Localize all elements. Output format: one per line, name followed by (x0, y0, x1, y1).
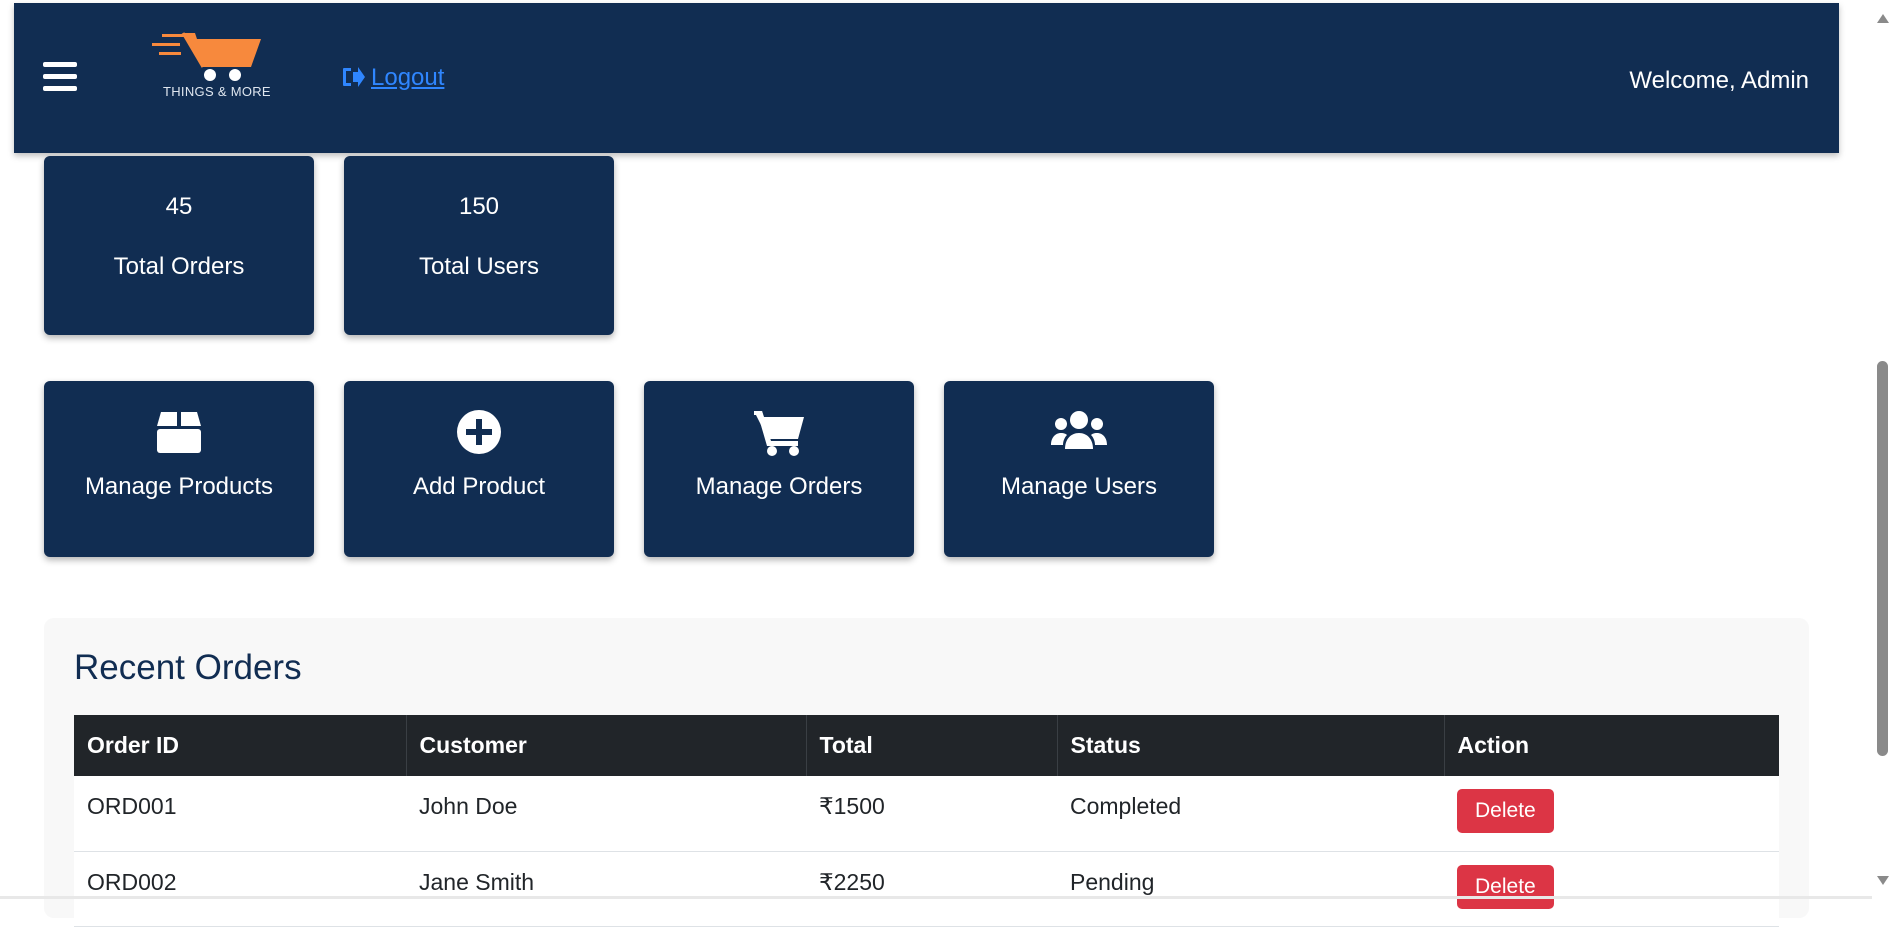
column-header: Status (1057, 715, 1445, 776)
action-label: Manage Orders (695, 473, 863, 500)
hamburger-menu-icon[interactable] (43, 62, 77, 94)
manage-orders-button[interactable]: Manage Orders (644, 381, 914, 557)
stat-card-total-orders: 45 Total Orders (44, 156, 314, 335)
action-label: Manage Products (84, 473, 274, 500)
sign-out-icon (343, 67, 365, 87)
action-label: Add Product (412, 473, 546, 500)
cart-logo-icon (152, 32, 261, 81)
table-header-row: Order ID Customer Total Status Action (74, 715, 1779, 776)
logout-link[interactable]: Logout (341, 64, 444, 92)
total-cell: ₹2250 (806, 851, 1057, 927)
column-header: Action (1444, 715, 1779, 776)
stat-card-total-users: 150 Total Users (344, 156, 614, 335)
customer-cell: John Doe (406, 776, 806, 852)
stat-value: 150 (458, 193, 500, 220)
logout-label[interactable]: Logout (371, 64, 444, 91)
manage-users-button[interactable]: Manage Users (944, 381, 1214, 557)
recent-orders-panel: Recent Orders Order ID Customer Total St… (44, 618, 1809, 927)
status-cell: Completed (1057, 776, 1444, 852)
status-cell: Pending (1057, 851, 1444, 927)
column-header: Total (806, 715, 1058, 776)
column-header: Customer (406, 715, 807, 776)
welcome-text: Welcome, Admin (1629, 67, 1809, 94)
table-row: ORD002 Jane Smith ₹2250 Pending Delete (74, 851, 1779, 927)
total-cell: ₹1500 (806, 776, 1057, 852)
scroll-thumb[interactable] (1877, 361, 1888, 756)
recent-orders-title: Recent Orders (74, 648, 302, 687)
users-icon (944, 409, 1214, 459)
action-cell: Delete (1444, 776, 1779, 852)
cart-icon (644, 409, 914, 459)
scroll-down-arrow-icon[interactable] (1877, 876, 1889, 885)
recent-orders-table: Order ID Customer Total Status Action OR… (74, 715, 1779, 927)
customer-cell: Jane Smith (406, 851, 806, 927)
manage-products-button[interactable]: Manage Products (44, 381, 314, 557)
table-row: ORD001 John Doe ₹1500 Completed Delete (74, 776, 1779, 852)
stat-value: 45 (165, 193, 193, 220)
stat-label: Total Users (418, 253, 540, 280)
logo[interactable]: THINGS & MORE (147, 29, 302, 109)
column-header: Order ID (74, 715, 407, 776)
add-product-button[interactable]: Add Product (344, 381, 614, 557)
plus-circle-icon (344, 409, 614, 459)
action-label: Manage Users (1000, 473, 1158, 500)
order-id-cell: ORD002 (74, 851, 406, 927)
stat-label: Total Orders (113, 253, 245, 280)
box-icon (44, 409, 314, 459)
logo-text: THINGS & MORE (163, 84, 271, 99)
top-navbar: THINGS & MORE Logout Welcome, Admin (14, 3, 1839, 153)
action-cell: Delete (1444, 851, 1779, 927)
scroll-up-arrow-icon[interactable] (1877, 14, 1889, 23)
order-id-cell: ORD001 (74, 776, 406, 852)
vertical-scrollbar[interactable] (1872, 0, 1893, 899)
delete-button[interactable]: Delete (1457, 789, 1554, 833)
delete-button[interactable]: Delete (1457, 864, 1554, 909)
